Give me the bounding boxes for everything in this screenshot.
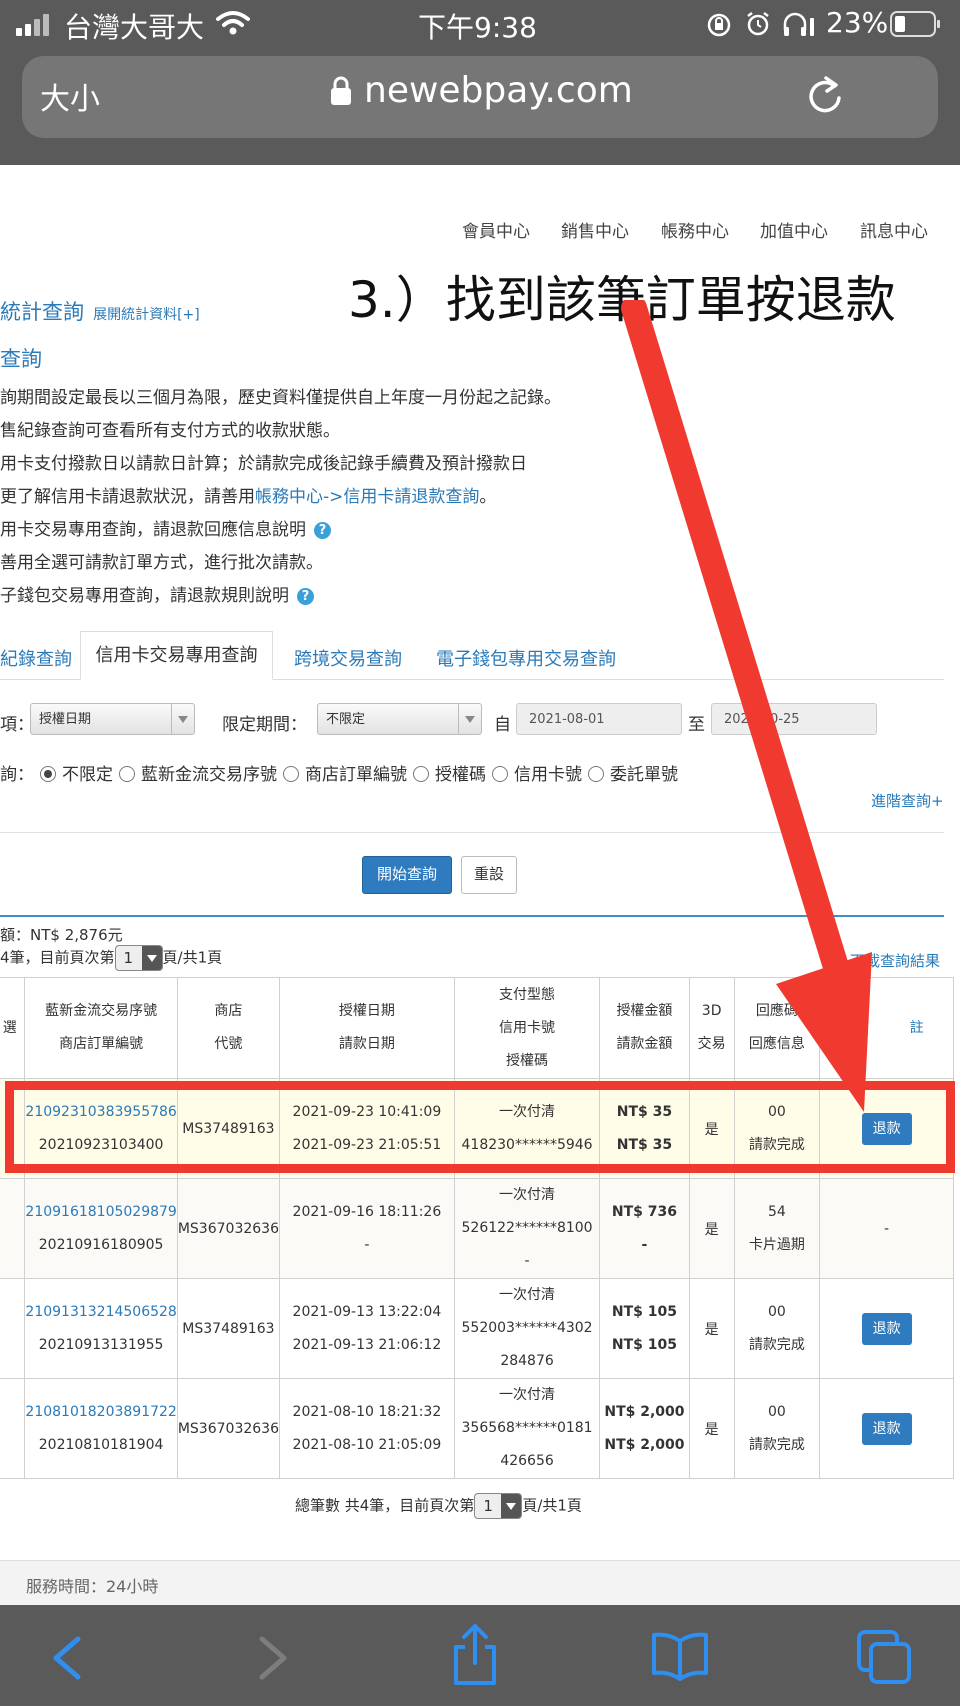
alarm-icon	[744, 10, 772, 42]
bookmarks-icon[interactable]	[650, 1631, 710, 1681]
clock: 下午9:38	[418, 11, 537, 44]
refund-button[interactable]: 退款	[861, 1412, 912, 1445]
chevron-down-icon	[501, 1494, 522, 1518]
annotation-arrow-icon	[621, 300, 872, 1112]
header-select: 選	[0, 977, 26, 1079]
note-line: 用卡交易專用查詢，請退款回應信息說明?	[0, 515, 331, 540]
header-payment: 支付型態 信用卡號 授權碼	[453, 977, 601, 1079]
query-subtitle: 查詢	[0, 347, 42, 371]
battery-percent: 23%	[826, 6, 889, 39]
share-icon[interactable]	[450, 1623, 500, 1687]
note-line: 善用全選可請款訂單方式，進行批次請款。	[0, 553, 323, 573]
url-text[interactable]: newebpay.com	[364, 70, 633, 111]
table-row: 21081018203891722 20210810181904 MS367032…	[0, 1378, 954, 1479]
service-hours: 服務時間：24小時	[26, 1577, 159, 1596]
table-row: 21091313214506528 20210913131955 MS374891…	[0, 1278, 954, 1379]
radio-auth-code[interactable]	[413, 766, 429, 782]
nav-accounting-center[interactable]: 帳務中心	[661, 217, 729, 242]
from-label: 自	[494, 715, 511, 735]
help-icon[interactable]: ?	[314, 522, 331, 539]
transaction-number-link[interactable]: 21091618105029879	[25, 1196, 176, 1229]
radio-card-number[interactable]	[492, 766, 508, 782]
tabs-icon[interactable]	[856, 1629, 912, 1685]
note-line: 子錢包交易專用查詢，請退款規則說明?	[0, 581, 314, 606]
browser-toolbar	[0, 1605, 960, 1706]
header-transaction: 藍新金流交易序號 商店訂單編號	[24, 977, 178, 1079]
note-line: 詢期間設定最長以三個月為限，歷史資料僅提供自上年度一月份起之記錄。	[0, 388, 561, 408]
statistics-title: 統計查詢	[0, 300, 84, 324]
reset-button[interactable]: 重設	[461, 856, 517, 894]
radio-transaction-number[interactable]	[119, 766, 135, 782]
table-row: 21091618105029879 20210916180905 MS367032…	[0, 1178, 954, 1279]
carrier-name: 台灣大哥大	[64, 11, 205, 44]
tab-e-wallet-query[interactable]: 電子錢包專用交易查詢	[436, 645, 616, 671]
bottom-pager: 總筆數 共4筆，目前頁次第 1 頁/共1頁	[295, 1493, 582, 1519]
page-select[interactable]: 1	[114, 945, 163, 971]
battery-icon	[890, 10, 942, 42]
nav-member-center[interactable]: 會員中心	[462, 217, 530, 242]
search-button[interactable]: 開始查詢	[362, 856, 452, 894]
tab-cross-border-query[interactable]: 跨境交易查詢	[294, 645, 402, 671]
text-size-button[interactable]: 大小	[40, 74, 100, 118]
note-line: 用卡支付撥款日以請款日計算；於請款完成後記錄手續費及預計撥款日	[0, 454, 527, 474]
total-amount: 額：NT$ 2,876元	[0, 926, 123, 944]
note-line: 更了解信用卡請退款狀況，請善用帳務中心->信用卡請退款查詢。	[0, 487, 497, 507]
header-store: 商店 代號	[176, 977, 280, 1079]
search-option-group: 詢： 不限定 藍新金流交易序號 商店訂單編號 授權碼 信用卡號 委託單號	[0, 765, 678, 785]
nav-message-center[interactable]: 訊息中心	[860, 217, 928, 242]
browser-chrome-top: 台灣大哥大 下午9:38 23% 大小 newebpay.com	[0, 0, 960, 165]
headphones-icon	[782, 12, 816, 42]
nav-value-added-center[interactable]: 加值中心	[760, 217, 828, 242]
type-label: 項：	[0, 715, 34, 735]
chevron-down-icon	[458, 704, 481, 734]
tab-records-query[interactable]: 紀錄查詢	[0, 645, 72, 671]
chevron-down-icon	[171, 704, 194, 734]
radio-unlimited[interactable]	[40, 766, 56, 782]
transaction-number-link[interactable]: 21081018203891722	[25, 1396, 176, 1429]
refund-query-link[interactable]: 帳務中心->信用卡請退款查詢	[255, 487, 479, 507]
transaction-number-link[interactable]: 21091313214506528	[25, 1296, 176, 1329]
nav-sales-center[interactable]: 銷售中心	[561, 217, 629, 242]
note-line: 售紀錄查詢可查看所有支付方式的收款狀態。	[0, 421, 340, 441]
footer: 服務時間：24小時	[0, 1560, 960, 1607]
rotation-lock-icon	[706, 12, 732, 42]
forward-icon	[259, 1636, 287, 1680]
date-type-select[interactable]: 授權日期	[30, 703, 195, 735]
tab-credit-card-query[interactable]: 信用卡交易專用查詢	[80, 631, 273, 680]
header-date: 授權日期 請款日期	[278, 977, 455, 1079]
page-select[interactable]: 1	[474, 1493, 523, 1519]
period-label: 限定期間：	[222, 715, 307, 735]
no-action: -	[819, 1178, 954, 1279]
wifi-icon	[216, 10, 250, 40]
signal-icon	[16, 14, 54, 40]
top-pager: 4筆，目前頁次第 1 頁/共1頁	[0, 945, 222, 971]
expand-statistics-link[interactable]: 展開統計資料[+]	[93, 307, 200, 323]
radio-order-number[interactable]	[283, 766, 299, 782]
url-bar[interactable]: 大小 newebpay.com	[22, 56, 938, 138]
back-icon[interactable]	[48, 1635, 84, 1681]
reload-icon[interactable]	[806, 74, 846, 122]
lock-icon	[330, 76, 352, 110]
period-select[interactable]: 不限定	[317, 703, 482, 735]
help-icon[interactable]: ?	[297, 588, 314, 605]
statistics-heading: 統計查詢 展開統計資料[+]	[0, 296, 200, 326]
chevron-down-icon	[141, 946, 162, 970]
refund-button[interactable]: 退款	[861, 1312, 912, 1345]
